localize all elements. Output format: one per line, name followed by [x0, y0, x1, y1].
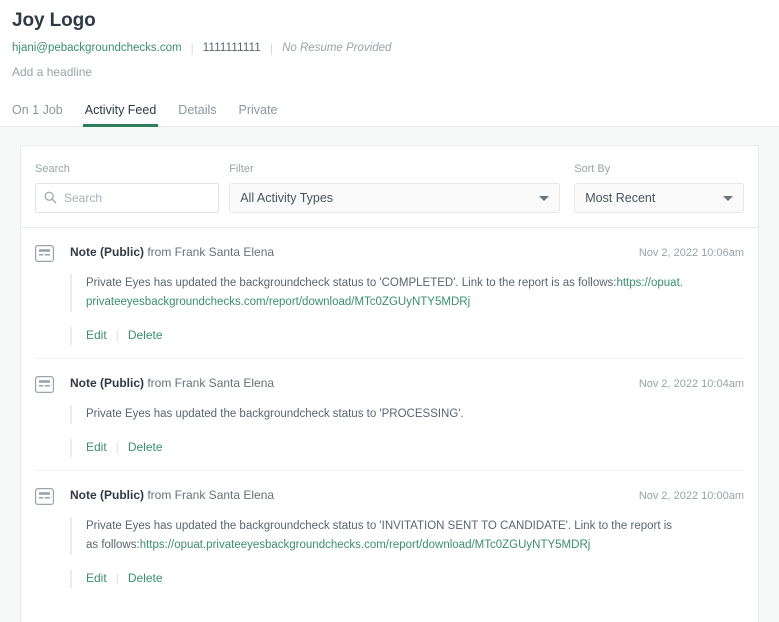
- activity-header: Note (Public) from Frank Santa Elena Nov…: [70, 375, 744, 392]
- filter-bar: Search Filter All Activity Types Sort: [21, 146, 758, 228]
- activity-main: Note (Public) from Frank Santa Elena Nov…: [70, 487, 744, 588]
- activity-author: from Frank Santa Elena: [147, 245, 274, 259]
- profile-tabs: On 1 Job Activity Feed Details Private: [0, 96, 779, 127]
- profile-email-link[interactable]: hjani@pebackgroundchecks.com: [12, 41, 182, 56]
- page-body: Search Filter All Activity Types Sort: [0, 127, 779, 622]
- activity-author: from Frank Santa Elena: [147, 376, 274, 390]
- tab-private[interactable]: Private: [239, 103, 278, 126]
- activity-body: Private Eyes has updated the backgroundc…: [70, 405, 744, 424]
- activity-author: from Frank Santa Elena: [147, 488, 274, 502]
- activity-text: Private Eyes has updated the backgroundc…: [86, 274, 686, 312]
- search-input[interactable]: [35, 183, 219, 213]
- activity-main: Note (Public) from Frank Santa Elena Nov…: [70, 244, 744, 345]
- activity-type: Note (Public): [70, 488, 144, 502]
- note-icon: [35, 376, 54, 393]
- list-item: Note (Public) from Frank Santa Elena Nov…: [35, 228, 744, 345]
- activity-actions: Edit | Delete: [70, 439, 744, 457]
- sort-label: Sort By: [574, 162, 744, 176]
- activity-text-body: Private Eyes has updated the backgroundc…: [86, 408, 464, 420]
- activity-type: Note (Public): [70, 245, 144, 259]
- activity-text-body: Private Eyes has updated the backgroundc…: [86, 277, 616, 289]
- edit-link[interactable]: Edit: [86, 327, 107, 343]
- meta-divider: |: [191, 41, 194, 56]
- note-icon: [35, 488, 54, 505]
- action-divider: |: [116, 327, 119, 343]
- activity-timestamp: Nov 2, 2022 10:00am: [625, 488, 744, 504]
- activity-text: Private Eyes has updated the backgroundc…: [86, 517, 686, 555]
- sort-select[interactable]: Most Recent: [574, 183, 744, 213]
- activity-header: Note (Public) from Frank Santa Elena Nov…: [70, 244, 744, 261]
- filter-field-group: Filter All Activity Types: [229, 162, 560, 213]
- delete-link[interactable]: Delete: [128, 570, 163, 586]
- delete-link[interactable]: Delete: [128, 439, 163, 455]
- activity-feed-card: Search Filter All Activity Types Sort: [20, 145, 759, 622]
- add-headline-field[interactable]: Add a headline: [12, 64, 767, 80]
- profile-header: Joy Logo hjani@pebackgroundchecks.com | …: [0, 0, 779, 80]
- activity-text: Private Eyes has updated the backgroundc…: [86, 405, 686, 424]
- search-input-wrap: [35, 183, 219, 213]
- meta-divider: |: [270, 41, 273, 56]
- action-divider: |: [116, 570, 119, 586]
- resume-status: No Resume Provided: [282, 41, 391, 56]
- edit-link[interactable]: Edit: [86, 570, 107, 586]
- activity-body: Private Eyes has updated the backgroundc…: [70, 517, 744, 555]
- sort-select-wrap: Most Recent: [574, 183, 744, 213]
- page-title: Joy Logo: [12, 8, 767, 34]
- edit-link[interactable]: Edit: [86, 439, 107, 455]
- sort-field-group: Sort By Most Recent: [574, 162, 744, 213]
- list-item: Note (Public) from Frank Santa Elena Nov…: [35, 470, 744, 588]
- filter-select-wrap: All Activity Types: [229, 183, 560, 213]
- tab-activity-feed[interactable]: Activity Feed: [85, 103, 157, 126]
- filter-select[interactable]: All Activity Types: [229, 183, 560, 213]
- activity-type: Note (Public): [70, 376, 144, 390]
- note-icon: [35, 245, 54, 262]
- search-label: Search: [35, 162, 219, 176]
- activity-actions: Edit | Delete: [70, 570, 744, 588]
- activity-body: Private Eyes has updated the backgroundc…: [70, 274, 744, 312]
- activity-title: Note (Public) from Frank Santa Elena: [70, 244, 274, 260]
- tab-on-1-job[interactable]: On 1 Job: [12, 103, 63, 126]
- filter-label: Filter: [229, 162, 560, 176]
- activity-timestamp: Nov 2, 2022 10:04am: [625, 376, 744, 392]
- tab-details[interactable]: Details: [178, 103, 216, 126]
- delete-link[interactable]: Delete: [128, 327, 163, 343]
- profile-meta-row: hjani@pebackgroundchecks.com | 111111111…: [12, 41, 767, 56]
- activity-timestamp: Nov 2, 2022 10:06am: [625, 245, 744, 261]
- profile-phone: 1111111111: [203, 41, 261, 56]
- activity-actions: Edit | Delete: [70, 327, 744, 345]
- action-divider: |: [116, 439, 119, 455]
- list-item: Note (Public) from Frank Santa Elena Nov…: [35, 358, 744, 457]
- activity-list: Note (Public) from Frank Santa Elena Nov…: [21, 228, 758, 588]
- search-field-group: Search: [35, 162, 219, 213]
- activity-title: Note (Public) from Frank Santa Elena: [70, 375, 274, 391]
- activity-main: Note (Public) from Frank Santa Elena Nov…: [70, 375, 744, 457]
- activity-header: Note (Public) from Frank Santa Elena Nov…: [70, 487, 744, 504]
- activity-report-link[interactable]: https://opuat.privateeyesbackgroundcheck…: [140, 539, 591, 551]
- activity-title: Note (Public) from Frank Santa Elena: [70, 487, 274, 503]
